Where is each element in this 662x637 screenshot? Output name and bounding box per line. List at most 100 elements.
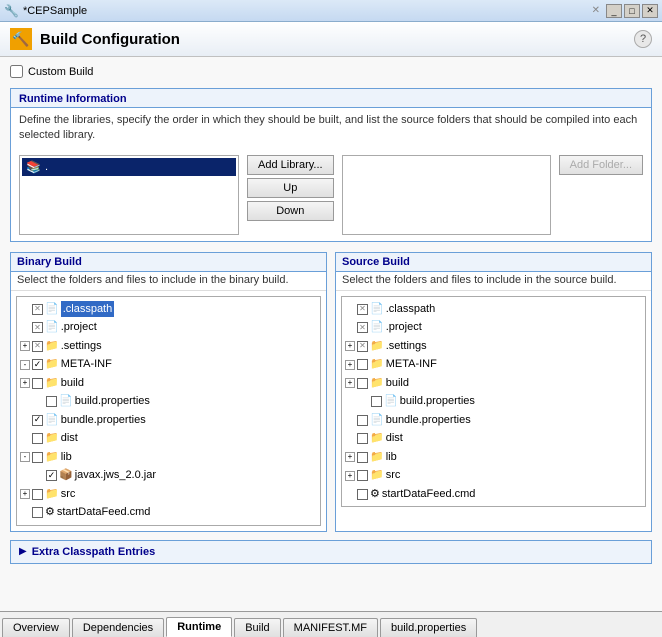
tree-item[interactable]: ✕📄.classpath: [345, 300, 642, 319]
tree-checkbox[interactable]: ✓: [32, 359, 43, 370]
tree-item[interactable]: +📁src: [20, 485, 317, 504]
tree-item[interactable]: ✕📄.project: [20, 318, 317, 337]
tree-checkbox[interactable]: [32, 489, 43, 500]
source-build-section: Source Build Select the folders and file…: [335, 252, 652, 532]
tree-item[interactable]: -📁lib: [20, 448, 317, 467]
library-action-buttons: Add Library... Up Down: [247, 155, 334, 235]
tree-expander[interactable]: +: [345, 360, 355, 370]
tree-item[interactable]: +✕📁.settings: [345, 337, 642, 356]
tree-checkbox[interactable]: [46, 396, 57, 407]
up-button[interactable]: Up: [247, 178, 334, 198]
tree-label: bundle.properties: [386, 412, 471, 429]
tree-checkbox[interactable]: [357, 415, 368, 426]
tree-checkbox[interactable]: ✕: [32, 304, 43, 315]
tree-item[interactable]: +📁src: [345, 466, 642, 485]
close-button[interactable]: ✕: [642, 4, 658, 18]
maximize-button[interactable]: □: [624, 4, 640, 18]
tree-checkbox[interactable]: ✕: [32, 341, 43, 352]
tree-item[interactable]: -✓📁META-INF: [20, 355, 317, 374]
file-icon: 📄: [45, 301, 59, 318]
extra-classpath-label: Extra Classpath Entries: [32, 546, 156, 558]
tree-label: .project: [386, 319, 422, 336]
tree-checkbox[interactable]: ✕: [357, 341, 368, 352]
tree-item[interactable]: 📁dist: [20, 429, 317, 448]
tree-checkbox[interactable]: [371, 396, 382, 407]
folder-panel: [342, 155, 551, 235]
tree-item[interactable]: +📁lib: [345, 448, 642, 467]
binary-build-desc: Select the folders and files to include …: [11, 272, 326, 291]
library-icon: 📚: [26, 160, 41, 174]
tree-item[interactable]: 📁dist: [345, 429, 642, 448]
tab-manifest-mf[interactable]: MANIFEST.MF: [283, 618, 378, 637]
file-icon: 📁: [45, 338, 59, 355]
tree-expander[interactable]: +: [20, 378, 30, 388]
tree-item[interactable]: +📁build: [345, 374, 642, 393]
down-button[interactable]: Down: [247, 201, 334, 221]
extra-classpath-section[interactable]: ▶ Extra Classpath Entries: [10, 540, 652, 564]
tree-label: .settings: [61, 338, 102, 355]
tree-expander[interactable]: +: [345, 452, 355, 462]
tree-checkbox[interactable]: [32, 507, 43, 518]
tree-checkbox[interactable]: [357, 452, 368, 463]
tree-checkbox[interactable]: [357, 359, 368, 370]
tab-build-properties[interactable]: build.properties: [380, 618, 477, 637]
file-icon: 📁: [45, 430, 59, 447]
tree-checkbox[interactable]: ✓: [32, 415, 43, 426]
tree-item[interactable]: ✓📄bundle.properties: [20, 411, 317, 430]
add-folder-button: Add Folder...: [559, 155, 643, 175]
tree-item[interactable]: +📁build: [20, 374, 317, 393]
tree-item[interactable]: ⚙startDataFeed.cmd: [20, 503, 317, 522]
tree-checkbox[interactable]: ✕: [357, 322, 368, 333]
tree-item[interactable]: 📄build.properties: [345, 392, 642, 411]
tree-checkbox[interactable]: [32, 378, 43, 389]
tree-item[interactable]: ✕📄.project: [345, 318, 642, 337]
add-library-button[interactable]: Add Library...: [247, 155, 334, 175]
minimize-button[interactable]: _: [606, 4, 622, 18]
tree-item[interactable]: ✓📦javax.jws_2.0.jar: [20, 466, 317, 485]
tree-expander: [345, 304, 355, 314]
tree-expander[interactable]: -: [20, 360, 30, 370]
tab-runtime[interactable]: Runtime: [166, 617, 232, 637]
title-bar-buttons: _ □ ✕: [606, 4, 658, 18]
tree-checkbox[interactable]: ✓: [46, 470, 57, 481]
tree-expander: [345, 415, 355, 425]
tree-checkbox[interactable]: [357, 489, 368, 500]
library-item[interactable]: 📚 .: [22, 158, 236, 176]
tree-checkbox[interactable]: ✕: [357, 304, 368, 315]
tree-checkbox[interactable]: ✕: [32, 322, 43, 333]
tree-label: build.properties: [75, 393, 150, 410]
tree-checkbox[interactable]: [357, 433, 368, 444]
tree-label: dist: [61, 430, 78, 447]
tree-item[interactable]: +✕📁.settings: [20, 337, 317, 356]
file-icon: ⚙: [45, 504, 55, 521]
tree-checkbox[interactable]: [357, 470, 368, 481]
tree-item[interactable]: ✕📄.classpath: [20, 300, 317, 319]
binary-build-title: Binary Build: [11, 253, 326, 272]
help-button[interactable]: ?: [634, 30, 652, 48]
page-header-icon: 🔨: [10, 28, 32, 50]
file-icon: 📁: [370, 356, 384, 373]
build-columns: Binary Build Select the folders and file…: [10, 252, 652, 532]
tree-item[interactable]: 📄build.properties: [20, 392, 317, 411]
tree-checkbox[interactable]: [32, 452, 43, 463]
file-icon: 📁: [370, 467, 384, 484]
tab-overview[interactable]: Overview: [2, 618, 70, 637]
tab-dependencies[interactable]: Dependencies: [72, 618, 164, 637]
tree-expander[interactable]: +: [345, 378, 355, 388]
tree-expander[interactable]: +: [345, 341, 355, 351]
tree-expander[interactable]: +: [20, 489, 30, 499]
tree-expander[interactable]: +: [20, 341, 30, 351]
tree-item[interactable]: 📄bundle.properties: [345, 411, 642, 430]
tree-item[interactable]: ⚙startDataFeed.cmd: [345, 485, 642, 504]
tree-checkbox[interactable]: [357, 378, 368, 389]
tree-expander[interactable]: -: [20, 452, 30, 462]
tree-checkbox[interactable]: [32, 433, 43, 444]
file-icon: 📁: [370, 338, 384, 355]
runtime-info-desc: Define the libraries, specify the order …: [11, 108, 651, 149]
tab-build[interactable]: Build: [234, 618, 280, 637]
file-icon: 📁: [370, 430, 384, 447]
tree-expander: [345, 434, 355, 444]
custom-build-checkbox[interactable]: [10, 65, 23, 78]
tree-item[interactable]: +📁META-INF: [345, 355, 642, 374]
tree-expander[interactable]: +: [345, 471, 355, 481]
